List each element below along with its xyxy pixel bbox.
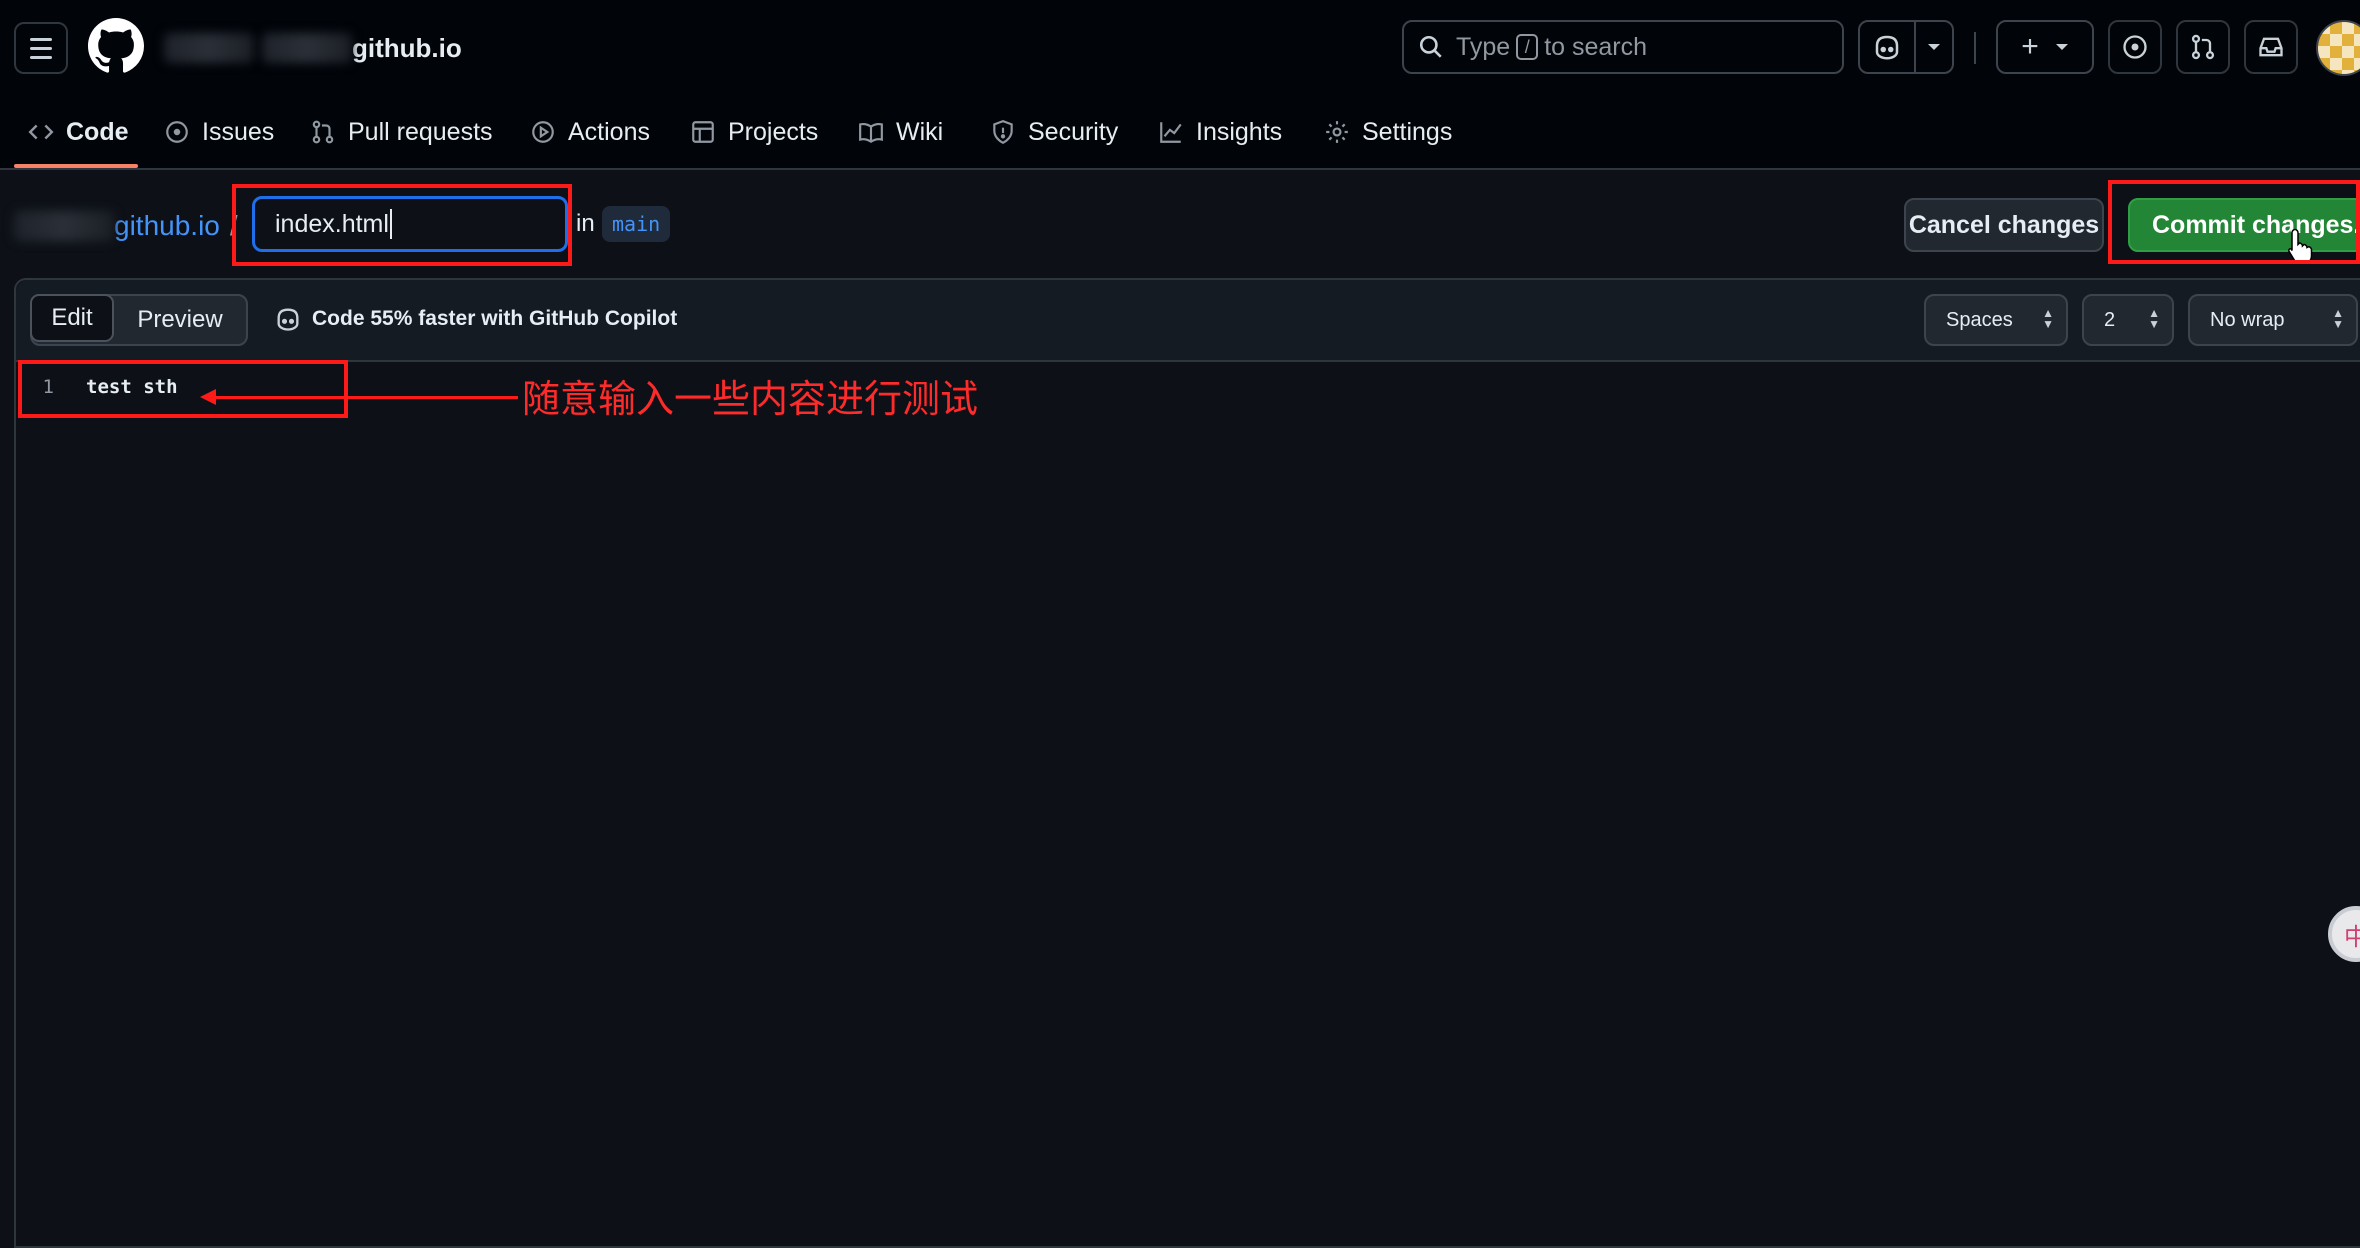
play-icon xyxy=(532,121,554,143)
gear-icon xyxy=(1326,121,1348,143)
user-avatar[interactable] xyxy=(2316,20,2360,76)
copilot-button-group xyxy=(1858,20,1954,74)
copilot-dropdown-button[interactable] xyxy=(1916,22,1952,72)
cancel-changes-button[interactable]: Cancel changes xyxy=(1904,198,2104,252)
global-header: github.io Type / to search + xyxy=(0,0,2360,96)
wrap-mode-select[interactable]: No wrap ▲ ▼ xyxy=(2188,294,2358,346)
branch-in-label: in xyxy=(576,210,595,237)
copilot-icon xyxy=(1875,35,1899,60)
select-arrows-icon: ▲ ▼ xyxy=(2148,306,2160,331)
tab-insights-label: Insights xyxy=(1196,117,1283,146)
github-logo-icon[interactable] xyxy=(88,18,144,74)
open-menu-button[interactable] xyxy=(14,22,68,74)
annotation-box-line xyxy=(18,360,348,418)
select-arrows-icon: ▲ ▼ xyxy=(2332,306,2344,331)
annotation-arrow-line xyxy=(206,396,518,399)
header-divider xyxy=(1974,32,1976,64)
tab-projects[interactable]: Projects xyxy=(690,96,818,168)
graph-icon xyxy=(1160,122,1182,143)
active-tab-indicator xyxy=(14,164,138,168)
pull-requests-button[interactable] xyxy=(2176,20,2230,74)
pull-request-icon xyxy=(312,120,334,144)
issue-icon xyxy=(166,121,188,143)
indent-size-value: 2 xyxy=(2104,308,2116,331)
breadcrumb: github.io / xyxy=(14,208,238,244)
tab-pull-requests-label: Pull requests xyxy=(348,117,493,146)
search-icon xyxy=(1419,35,1442,58)
code-editor: Edit Preview Code 55% faster with GitHub… xyxy=(14,278,2360,1248)
book-icon xyxy=(859,122,883,144)
search-input[interactable]: Type / to search xyxy=(1402,20,1844,74)
annotation-box-commit xyxy=(2108,180,2360,264)
tab-code[interactable]: Code xyxy=(28,96,129,168)
copilot-promo-text: Code 55% faster with GitHub Copilot xyxy=(312,307,678,330)
search-placeholder-prefix: Type xyxy=(1456,32,1511,61)
code-line[interactable]: 1 test sth xyxy=(16,362,2360,412)
edit-preview-toggle: Edit Preview xyxy=(30,294,248,346)
table-icon xyxy=(692,121,714,143)
shield-icon xyxy=(993,120,1013,145)
annotation-text: 随意输入一些内容进行测试 xyxy=(522,377,979,421)
issues-button[interactable] xyxy=(2108,20,2162,74)
tab-projects-label: Projects xyxy=(728,117,819,146)
repo-navigation: Code Issues Pull requests Actions Projec… xyxy=(0,96,2360,170)
search-placeholder-suffix: to search xyxy=(1544,32,1648,61)
inbox-button[interactable] xyxy=(2244,20,2298,74)
tab-code-label: Code xyxy=(66,117,129,146)
copilot-promo[interactable]: Code 55% faster with GitHub Copilot xyxy=(274,306,677,332)
annotation-box-filename xyxy=(232,184,572,266)
tab-settings[interactable]: Settings xyxy=(1324,96,1452,168)
triangle-down-icon xyxy=(1928,44,1940,50)
tab-actions[interactable]: Actions xyxy=(530,96,650,168)
issue-opened-icon xyxy=(2123,35,2147,59)
breadcrumb-repo-link[interactable]: github.io xyxy=(114,210,220,242)
redacted-repo-owner xyxy=(14,211,114,241)
repo-title-suffix: github.io xyxy=(352,32,462,63)
plus-icon: + xyxy=(2021,30,2039,63)
branch-badge: main xyxy=(602,206,671,242)
wrap-mode-value: No wrap xyxy=(2210,308,2285,331)
git-pull-request-icon xyxy=(2191,34,2215,60)
indent-mode-value: Spaces xyxy=(1946,308,2013,331)
tab-edit[interactable]: Edit xyxy=(30,294,114,342)
indent-size-select[interactable]: 2 ▲ ▼ xyxy=(2082,294,2174,346)
tab-wiki[interactable]: Wiki xyxy=(858,96,943,168)
tab-actions-label: Actions xyxy=(568,117,650,146)
tab-issues-label: Issues xyxy=(202,117,275,146)
code-icon xyxy=(28,124,54,140)
annotation-arrow-head xyxy=(200,389,216,405)
inbox-icon xyxy=(2259,37,2283,57)
copilot-icon xyxy=(277,308,299,331)
tab-preview[interactable]: Preview xyxy=(114,296,246,344)
tab-pull-requests[interactable]: Pull requests xyxy=(310,96,493,168)
editor-toolbar: Edit Preview Code 55% faster with GitHub… xyxy=(16,280,2360,362)
tab-security[interactable]: Security xyxy=(990,96,1118,168)
tab-insights[interactable]: Insights xyxy=(1158,96,1282,168)
tab-security-label: Security xyxy=(1028,117,1119,146)
redacted-owner xyxy=(164,33,254,63)
tab-settings-label: Settings xyxy=(1362,117,1453,146)
redacted-name xyxy=(262,33,352,63)
copilot-button[interactable] xyxy=(1860,22,1916,72)
select-arrows-icon: ▲ ▼ xyxy=(2042,306,2054,331)
repo-title[interactable]: github.io xyxy=(164,30,462,66)
triangle-down-icon xyxy=(2055,44,2068,50)
create-new-button[interactable]: + xyxy=(1996,20,2094,74)
tab-issues[interactable]: Issues xyxy=(164,96,274,168)
search-shortcut-key: / xyxy=(1516,34,1539,60)
hamburger-icon xyxy=(30,35,52,62)
tab-wiki-label: Wiki xyxy=(896,117,944,146)
indent-mode-select[interactable]: Spaces ▲ ▼ xyxy=(1924,294,2068,346)
